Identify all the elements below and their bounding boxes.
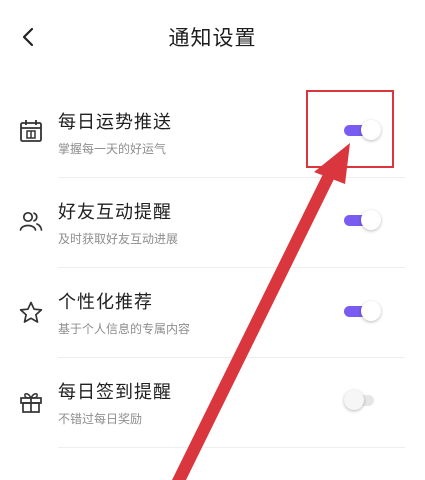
setting-subtitle: 基于个人信息的专属内容 — [58, 322, 191, 336]
setting-subtitle: 掌握每一天的好运气 — [58, 142, 167, 156]
divider — [58, 177, 405, 178]
setting-title: 个性化推荐 — [58, 292, 153, 313]
star-icon — [19, 301, 43, 323]
setting-title: 好友互动提醒 — [58, 202, 172, 223]
header-bar: 通知设置 — [0, 0, 425, 80]
toggle-knob — [344, 390, 364, 410]
toggle-personalized[interactable] — [344, 301, 382, 321]
divider — [58, 267, 405, 268]
toggle-friend-interaction[interactable] — [344, 210, 382, 230]
setting-title: 每日签到提醒 — [58, 382, 172, 403]
toggle-daily-checkin[interactable] — [344, 390, 382, 410]
setting-subtitle: 不错过每日奖励 — [58, 412, 143, 426]
divider — [58, 357, 405, 358]
gift-icon — [20, 393, 42, 413]
setting-title: 每日运势推送 — [58, 112, 172, 133]
setting-row-daily-checkin: 每日签到提醒 不错过每日奖励 — [0, 360, 425, 450]
annotation-highlight-box — [306, 90, 394, 168]
setting-row-personalized: 个性化推荐 基于个人信息的专属内容 — [0, 270, 425, 360]
users-icon — [19, 211, 43, 231]
calendar-icon — [20, 120, 42, 142]
toggle-knob — [361, 301, 381, 321]
divider — [58, 447, 405, 448]
toggle-knob — [361, 210, 381, 230]
setting-subtitle: 及时获取好友互动进展 — [58, 232, 179, 246]
setting-row-friend-interaction: 好友互动提醒 及时获取好友互动进展 — [0, 180, 425, 270]
page-title: 通知设置 — [168, 26, 257, 50]
